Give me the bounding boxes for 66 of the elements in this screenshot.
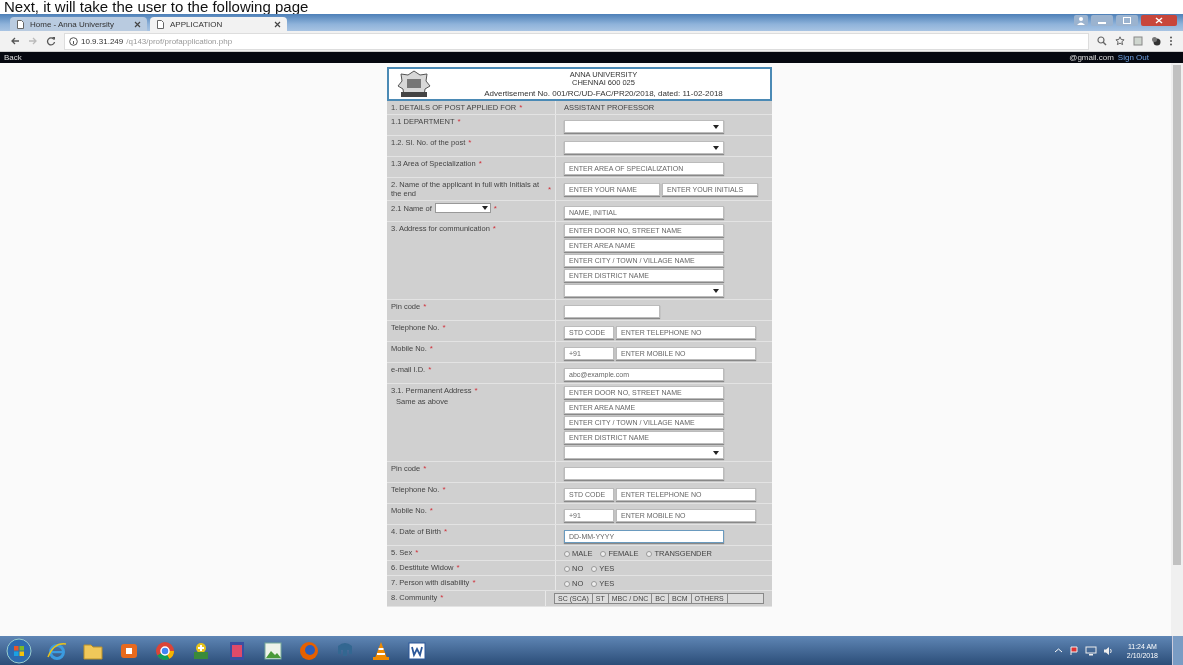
- dropdown-arrow-icon: [481, 206, 488, 210]
- input-field[interactable]: [564, 467, 724, 480]
- advertisement-text: Advertisement No. 001/RC/UD-FAC/PR20/2018, dated: 11-02-2018: [484, 88, 723, 98]
- extension-icon[interactable]: [1151, 36, 1161, 46]
- chrome-icon[interactable]: [154, 639, 176, 662]
- select-field[interactable]: [564, 141, 724, 154]
- required-mark: *: [444, 527, 448, 536]
- required-mark: *: [457, 117, 461, 126]
- university-logo-icon: [395, 69, 433, 99]
- close-icon[interactable]: [274, 20, 281, 28]
- dropdown-arrow-icon: [713, 288, 719, 293]
- maximize-icon[interactable]: [1116, 15, 1138, 26]
- required-mark: *: [429, 344, 433, 353]
- required-mark: *: [429, 506, 433, 515]
- user-email: @gmail.com: [1069, 53, 1114, 62]
- user-icon[interactable]: [1074, 15, 1088, 26]
- close-icon[interactable]: [134, 20, 141, 28]
- start-button-icon[interactable]: [6, 637, 32, 664]
- scrollbar[interactable]: [1171, 63, 1183, 636]
- required-mark: *: [547, 184, 551, 194]
- address-bar[interactable]: 10.9.31.249 /q143/prof/profapplication.php: [64, 32, 1089, 50]
- required-mark: *: [456, 563, 460, 572]
- zoom-icon[interactable]: [1097, 36, 1107, 46]
- required-mark: *: [472, 578, 476, 587]
- dropdown-arrow-icon: [713, 145, 719, 150]
- required-mark: *: [519, 103, 523, 112]
- firefox-icon[interactable]: [298, 639, 320, 662]
- required-mark: *: [442, 485, 446, 494]
- select-field[interactable]: [564, 284, 724, 297]
- sign-out-link[interactable]: Sign Out: [1117, 53, 1149, 62]
- back-link[interactable]: Back: [4, 53, 1066, 62]
- required-mark: *: [423, 302, 427, 311]
- back-arrow-icon[interactable]: [10, 36, 20, 46]
- minimize-icon[interactable]: [1091, 15, 1113, 26]
- star-icon[interactable]: [1115, 36, 1125, 46]
- required-mark: *: [440, 593, 444, 602]
- image-icon[interactable]: [262, 639, 284, 662]
- required-mark: *: [468, 138, 472, 147]
- required-mark: *: [493, 203, 497, 213]
- network-icon[interactable]: [1084, 645, 1097, 656]
- info-icon: [69, 36, 78, 46]
- close-icon[interactable]: [1141, 15, 1177, 26]
- speaker-icon[interactable]: [1102, 645, 1113, 656]
- required-mark: *: [428, 365, 432, 374]
- show-hidden-icons-icon[interactable]: [1053, 646, 1063, 655]
- required-mark: *: [423, 464, 427, 473]
- required-mark: *: [492, 224, 496, 233]
- page-icon: [156, 19, 165, 29]
- dropdown-arrow-icon: [713, 124, 719, 129]
- dropdown-arrow-icon: [713, 450, 719, 455]
- menu-icon[interactable]: [1169, 36, 1173, 46]
- input-field[interactable]: [564, 305, 660, 318]
- word-icon[interactable]: [406, 639, 428, 662]
- page-icon: [16, 19, 25, 29]
- browser-tab[interactable]: Home - Anna University: [10, 17, 147, 31]
- required-mark: *: [415, 548, 419, 557]
- select-field[interactable]: [564, 120, 724, 133]
- required-mark: *: [442, 323, 446, 332]
- flag-icon[interactable]: [1068, 645, 1079, 656]
- browser-tab[interactable]: APPLICATION: [150, 17, 287, 31]
- scrollbar-thumb[interactable]: [1173, 65, 1181, 565]
- select-field[interactable]: [434, 203, 491, 213]
- required-mark: *: [474, 386, 478, 395]
- required-mark: *: [478, 159, 482, 168]
- reload-icon[interactable]: [46, 36, 56, 46]
- select-field[interactable]: [564, 446, 724, 459]
